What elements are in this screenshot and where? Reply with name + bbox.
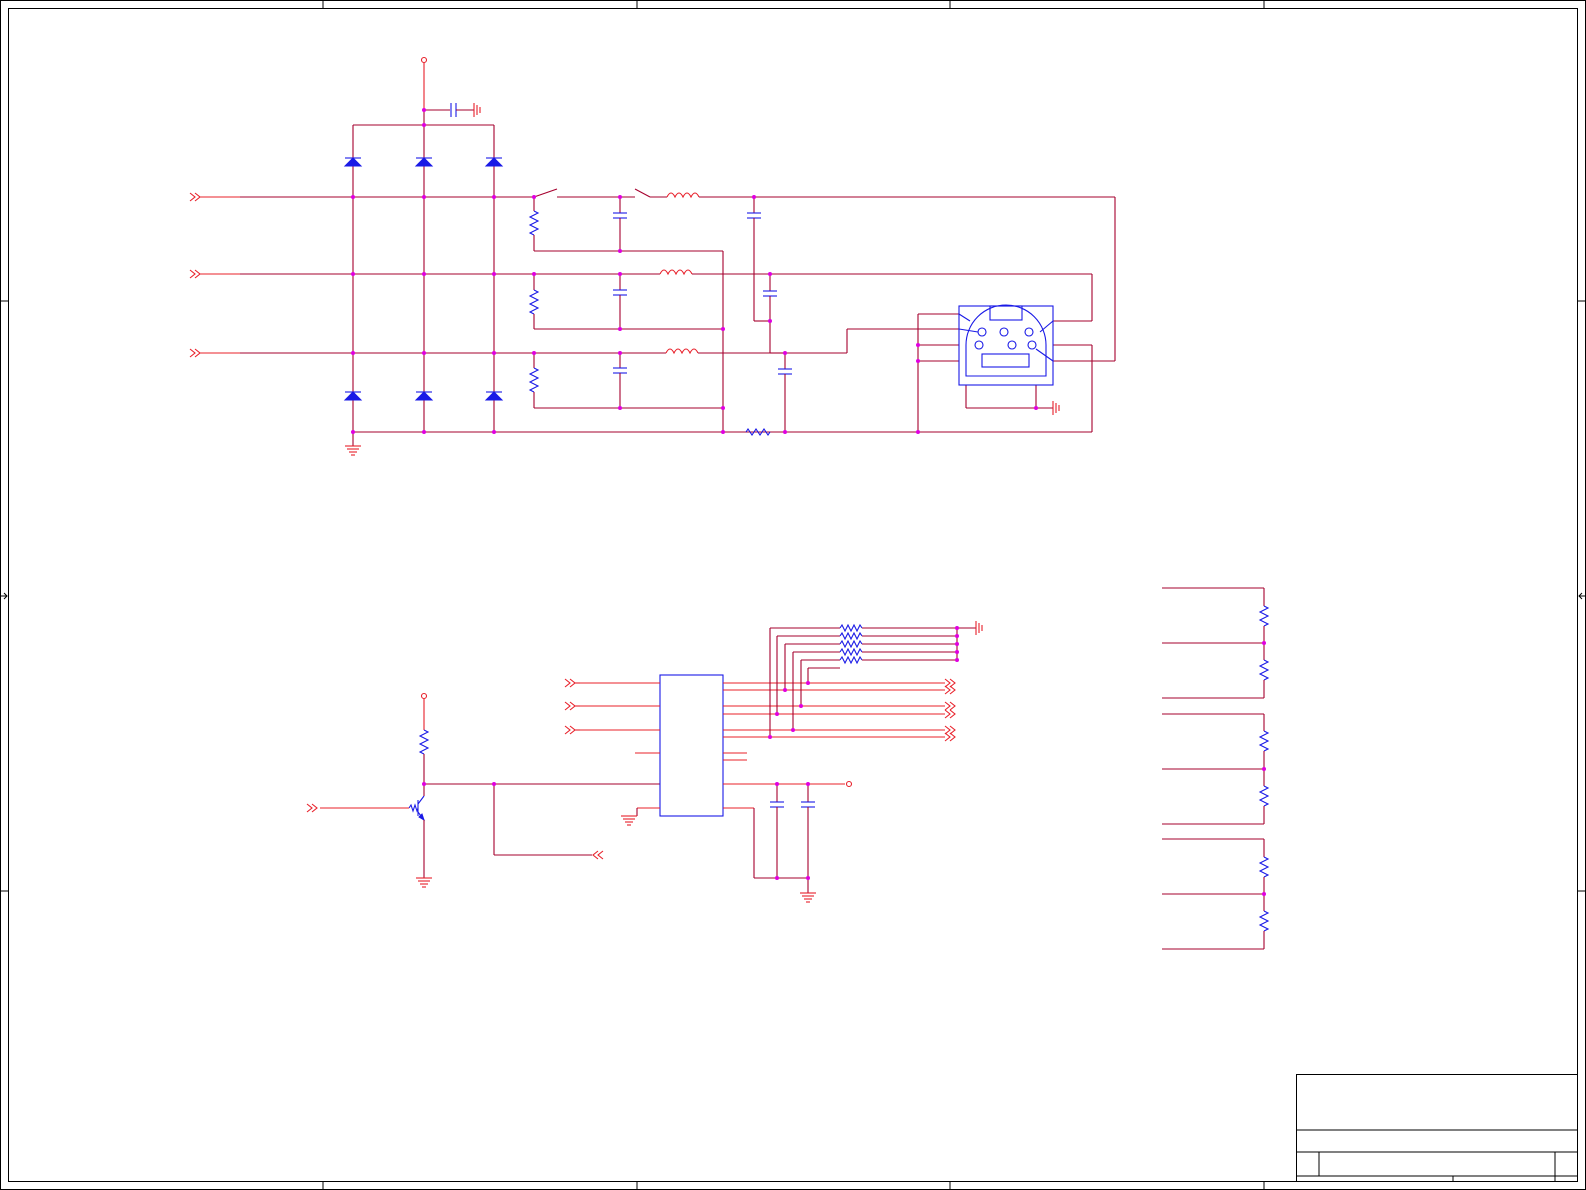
net-port-icon [564, 725, 576, 735]
net-port-icon [944, 685, 956, 695]
resistor-icon [839, 639, 863, 649]
net-port-icon [944, 678, 956, 688]
driver-section [306, 621, 983, 903]
schematic-sheet [0, 0, 1586, 1190]
resistor-icon [745, 428, 771, 436]
sheet-frame [0, 0, 1586, 1190]
chassis-ground-icon [1052, 401, 1060, 415]
resistor-icon [528, 210, 540, 236]
capacitor-icon [770, 801, 784, 808]
diode-icon [414, 391, 434, 401]
resistor-icon [839, 631, 863, 641]
ground-icon [345, 445, 361, 456]
resistor-icon [839, 655, 863, 665]
capacitor-icon [747, 212, 761, 219]
diode-icon [343, 157, 363, 167]
net-port-icon [306, 803, 318, 813]
resistor-icon [1258, 910, 1270, 932]
diode-icon [484, 157, 504, 167]
net-port-icon [189, 192, 201, 202]
diode-icon [343, 391, 363, 401]
ic-package-icon [659, 674, 724, 817]
resistor-icon [1258, 785, 1270, 807]
ground-icon [621, 815, 637, 826]
ground-icon [416, 877, 432, 888]
inductor-icon [665, 348, 699, 355]
input-protection-network [189, 56, 1116, 456]
capacitor-icon [801, 801, 815, 808]
power-pin-icon [420, 56, 428, 110]
power-pin-icon [420, 692, 428, 730]
resistor-icon [418, 729, 430, 755]
power-pin-icon [845, 780, 853, 788]
capacitor-icon [450, 103, 457, 117]
net-port-icon [592, 850, 604, 860]
diode-icon [414, 157, 434, 167]
capacitor-icon [763, 290, 777, 297]
capacitor-icon [778, 368, 792, 375]
resistor-icon [528, 367, 540, 393]
ground-icon [800, 892, 816, 903]
capacitor-icon [613, 289, 627, 296]
npn-transistor-icon [408, 795, 425, 822]
inductor-icon [666, 192, 700, 199]
capacitor-icon [613, 212, 627, 219]
net-port-icon [189, 269, 201, 279]
net-port-icon [944, 701, 956, 711]
net-port-icon [564, 701, 576, 711]
junction-dots [351, 108, 1038, 434]
resistor-icon [528, 289, 540, 315]
junction-dots [422, 626, 959, 880]
chassis-ground-icon [473, 103, 481, 117]
title-block [1296, 1074, 1578, 1182]
resistor-icon [839, 647, 863, 657]
resistor-icon [1258, 605, 1270, 627]
resistor-icon [1258, 659, 1270, 681]
chassis-ground-icon [975, 621, 983, 635]
net-port-icon [944, 732, 956, 742]
resistor-icon [1258, 730, 1270, 752]
net-port-icon [189, 348, 201, 358]
capacitor-icon [613, 367, 627, 374]
net-port-icon [944, 709, 956, 719]
net-port-icon [944, 725, 956, 735]
mini-din-connector-icon [958, 304, 1054, 386]
resistor-divider-ladders [1162, 587, 1270, 950]
diode-icon [484, 391, 504, 401]
inductor-icon [659, 269, 693, 276]
net-port-icon [564, 678, 576, 688]
resistor-icon [1258, 856, 1270, 878]
resistor-icon [839, 623, 863, 633]
